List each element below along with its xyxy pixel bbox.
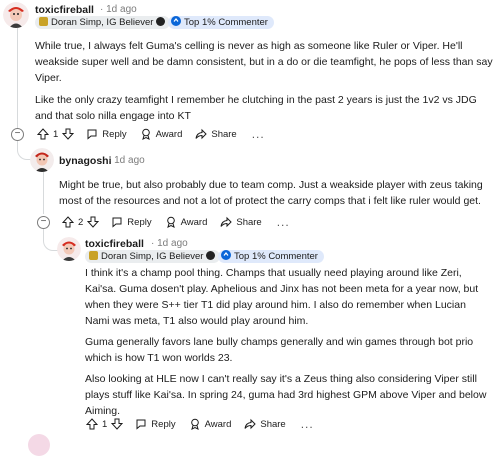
avatar[interactable] (3, 2, 29, 28)
collapse-thread-button[interactable]: − (11, 128, 24, 141)
more-options-button[interactable]: ... (301, 417, 314, 431)
flair-team-icon (156, 17, 166, 26)
share-button[interactable]: Share (195, 128, 237, 140)
flair-emblem-icon (89, 251, 98, 260)
award-button[interactable]: Award (189, 418, 231, 430)
comment-text: Like the only crazy teamfight I remember… (35, 94, 477, 122)
avatar[interactable] (57, 237, 81, 261)
vote-count: 2 (78, 216, 84, 228)
award-icon (141, 128, 150, 140)
reply-icon (112, 217, 122, 228)
reply-button[interactable]: Reply (111, 216, 152, 228)
upvote-icon[interactable] (62, 216, 74, 228)
avatar[interactable] (30, 148, 54, 172)
reply-button[interactable]: Reply (135, 418, 176, 430)
more-options-button[interactable]: ... (277, 215, 290, 229)
username[interactable]: bynagoshi (59, 155, 112, 167)
award-button[interactable]: Award (165, 216, 207, 228)
award-icon (166, 216, 175, 228)
vote-count: 1 (102, 418, 108, 430)
vote-count: 1 (53, 128, 59, 140)
reply-icon (87, 129, 97, 140)
upvote-icon[interactable] (37, 128, 49, 140)
downvote-icon[interactable] (62, 128, 75, 140)
badge-icon (171, 16, 181, 26)
badge-icon (221, 250, 231, 260)
flair-emblem-icon (39, 17, 48, 26)
user-flair: Doran Simp, IG Believer (85, 250, 221, 263)
downvote-icon[interactable] (111, 418, 124, 430)
timestamp: · 1d ago (108, 155, 145, 166)
thread-rail-mid (43, 172, 44, 214)
comment-text: Might be true, but also probably due to … (59, 179, 483, 207)
top-commenter-badge: Top 1% Commenter (168, 16, 274, 29)
username[interactable]: toxicfireball (85, 238, 144, 250)
comment-action-bar: 2 Reply Award Share ... (62, 213, 290, 231)
comment-text: I think it's a champ pool thing. Champs … (85, 267, 479, 327)
collapse-thread-button[interactable]: − (37, 216, 50, 229)
downvote-icon[interactable] (87, 216, 100, 228)
username[interactable]: toxicfireball (35, 4, 94, 16)
flair-team-icon (206, 251, 216, 260)
comment-text: Guma generally favors lane bully champs … (85, 336, 474, 364)
user-flair: Doran Simp, IG Believer (35, 16, 171, 29)
thread-rail-top (17, 28, 18, 132)
timestamp: · 1d ago (100, 4, 137, 15)
top-commenter-badge: Top 1% Commenter (218, 250, 324, 263)
more-options-button[interactable]: ... (252, 127, 265, 141)
comment-text: Also looking at HLE now I can't really s… (85, 373, 487, 417)
avatar[interactable] (28, 434, 50, 456)
share-button[interactable]: Share (244, 418, 286, 430)
reply-icon (136, 419, 146, 430)
comment-action-bar: 1 Reply Award Share ... (37, 125, 265, 143)
comment-text: While true, I always felt Guma's celling… (35, 40, 493, 84)
upvote-icon[interactable] (86, 418, 98, 430)
share-icon (195, 128, 208, 140)
reply-button[interactable]: Reply (86, 128, 127, 140)
share-icon (244, 418, 257, 430)
award-icon (190, 418, 199, 430)
comment-action-bar: 1 Reply Award Share ... (86, 415, 314, 433)
share-icon (220, 216, 233, 228)
award-button[interactable]: Award (140, 128, 182, 140)
timestamp: · 1d ago (151, 238, 188, 249)
share-button[interactable]: Share (220, 216, 262, 228)
